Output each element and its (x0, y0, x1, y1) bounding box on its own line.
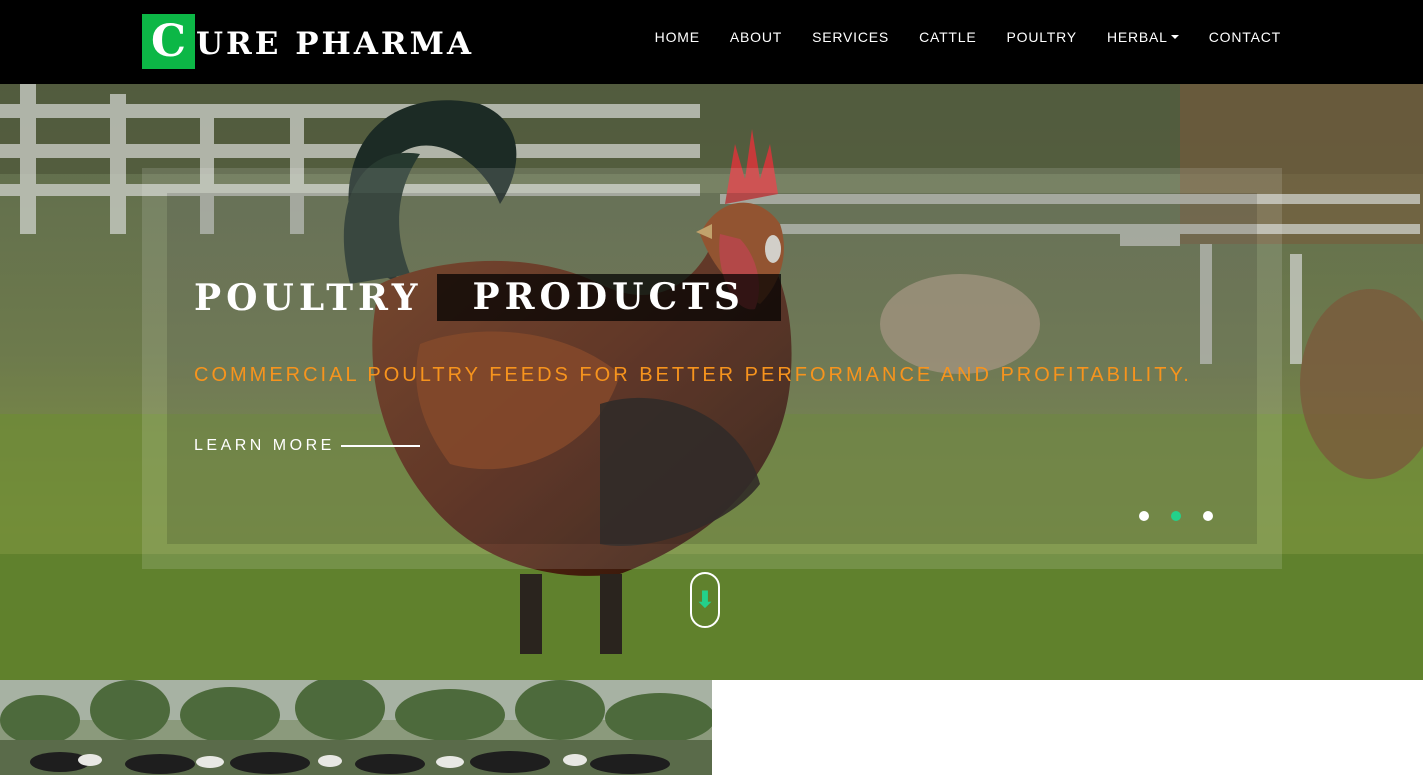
top-navbar: C URE PHARMA HOME ABOUT SERVICES CATTLE … (0, 0, 1423, 84)
cattle-image-graphic (0, 680, 712, 775)
nav-home[interactable]: HOME (655, 26, 700, 48)
brand-initial: C (142, 14, 195, 69)
hero-title-word-1: POULTRY (194, 276, 423, 319)
slider-pagination (1139, 511, 1235, 521)
brand-name: URE PHARMA (196, 26, 474, 62)
nav-poultry[interactable]: POULTRY (1007, 26, 1077, 48)
caret-down-icon (1170, 35, 1179, 39)
nav-about[interactable]: ABOUT (730, 26, 782, 48)
hero-title: POULTRY PRODUCTS (194, 274, 781, 321)
scroll-down-button[interactable]: ⬇ (690, 572, 720, 628)
learn-more-label: LEARN MORE (194, 437, 335, 454)
hero-slider: POULTRY PRODUCTS COMMERCIAL POULTRY FEED… (0, 84, 1423, 680)
main-nav: HOME ABOUT SERVICES CATTLE POULTRY HERBA… (625, 26, 1281, 48)
slider-dot-1[interactable] (1139, 511, 1149, 521)
learn-more-underline (340, 445, 420, 447)
hero-subtitle: COMMERCIAL POULTRY FEEDS FOR BETTER PERF… (194, 364, 1192, 386)
nav-contact[interactable]: CONTACT (1209, 26, 1281, 48)
nav-cattle-label: CATTLE (919, 29, 977, 45)
hero-caption-frame: POULTRY PRODUCTS COMMERCIAL POULTRY FEED… (142, 168, 1282, 569)
nav-herbal-label: HERBAL (1106, 29, 1168, 45)
nav-cattle[interactable]: CATTLE (919, 26, 976, 48)
content-panel (712, 680, 1423, 775)
arrow-down-icon: ⬇ (695, 587, 715, 612)
learn-more-link[interactable]: LEARN MORE (194, 437, 420, 455)
nav-services-label: SERVICES (812, 29, 890, 45)
brand-logo[interactable]: C URE PHARMA (142, 14, 474, 70)
slider-dot-2-active[interactable] (1171, 511, 1181, 521)
nav-services[interactable]: SERVICES (812, 26, 889, 48)
nav-about-label: ABOUT (729, 29, 783, 45)
cattle-field-image (0, 680, 712, 775)
hero-caption-box: POULTRY PRODUCTS COMMERCIAL POULTRY FEED… (167, 193, 1257, 544)
slider-dot-3[interactable] (1203, 511, 1213, 521)
nav-herbal-dropdown[interactable]: HERBAL (1107, 26, 1179, 48)
nav-contact-label: CONTACT (1208, 29, 1281, 45)
nav-home-label: HOME (654, 29, 700, 45)
nav-poultry-label: POULTRY (1006, 29, 1077, 45)
hero-title-word-2: PRODUCTS (436, 274, 781, 321)
